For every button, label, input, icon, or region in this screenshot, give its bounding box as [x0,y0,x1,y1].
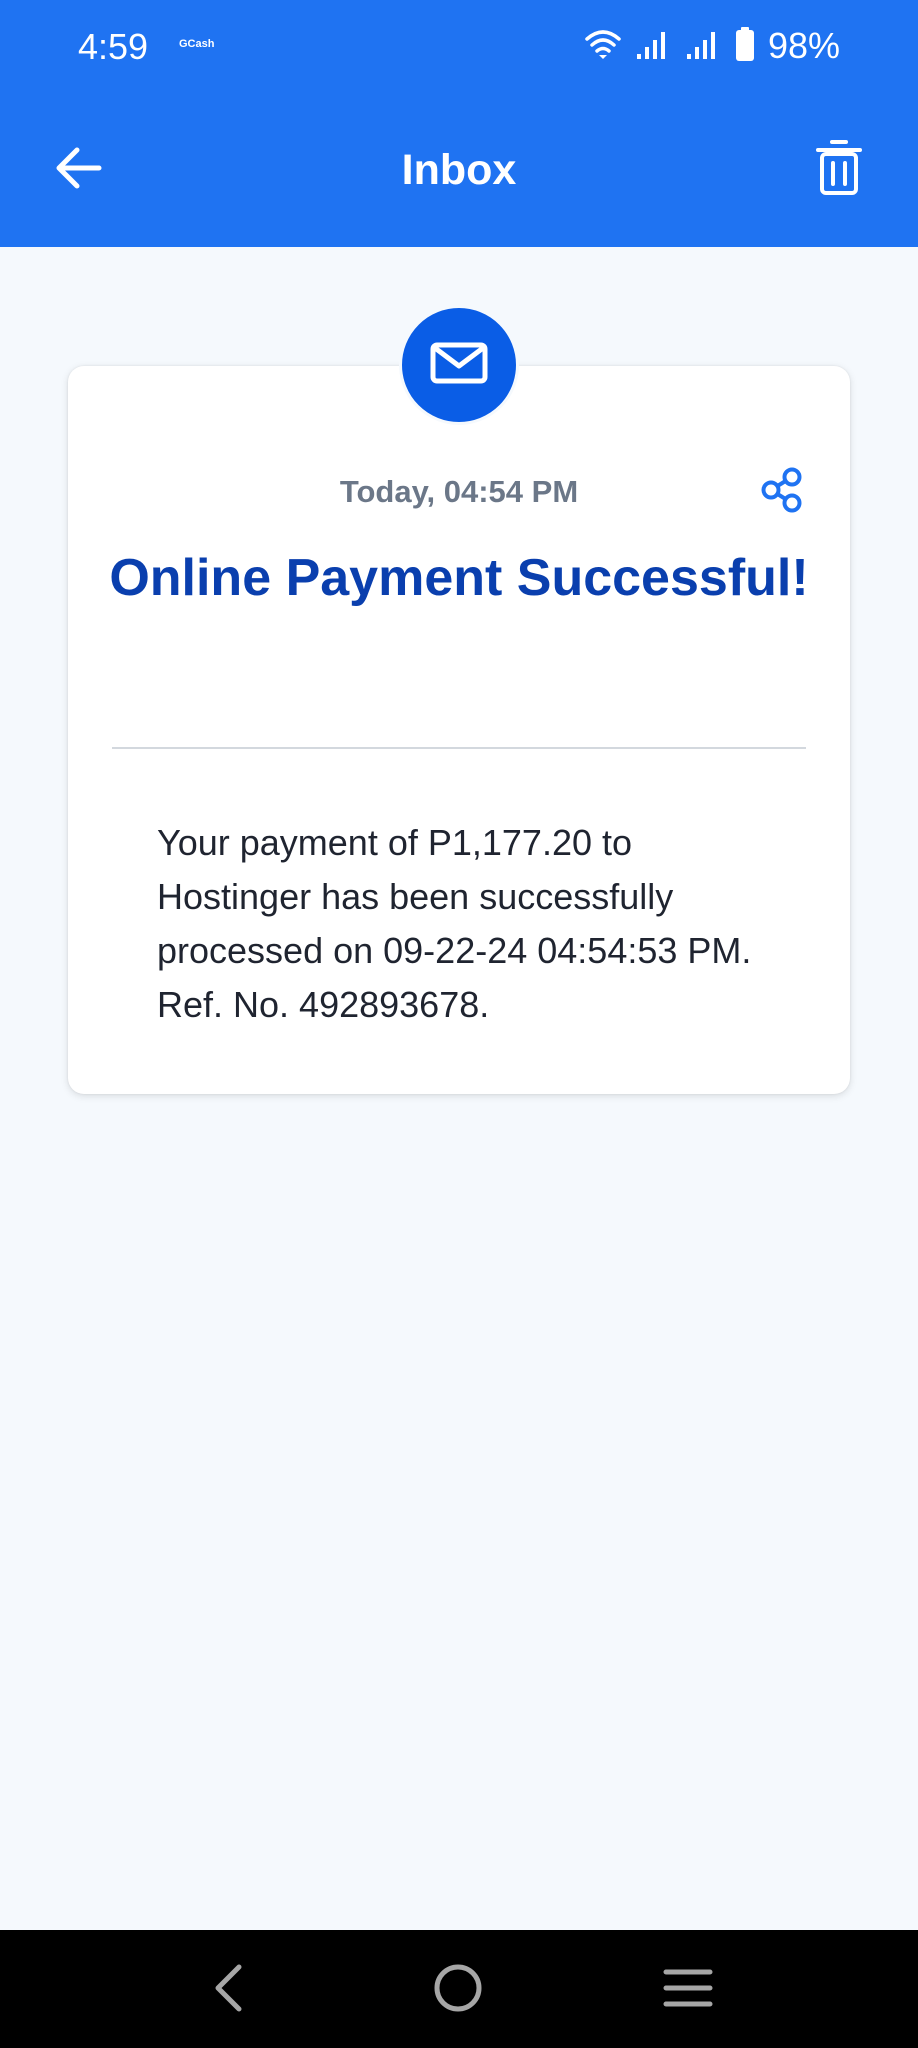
nav-back-button[interactable] [198,1960,258,2020]
share-button[interactable] [756,466,808,518]
page-title: Inbox [401,146,517,194]
nav-recents-icon [662,1966,714,2015]
share-icon [760,467,804,518]
status-app-label: GCash [179,38,215,50]
nav-home-button[interactable] [428,1960,488,2020]
message-badge [399,305,519,425]
header: 4:59 GCash 98% Inbox [0,0,918,247]
trash-icon [816,138,862,201]
delete-button[interactable] [804,134,874,204]
app-bar: Inbox [0,110,918,230]
status-icons: 98% [584,24,840,68]
system-nav-bar [0,1930,918,2048]
message-title: Online Payment Successful! [109,549,809,607]
message-date: Today, 04:54 PM [339,474,579,509]
battery-percentage: 98% [767,25,840,66]
signal-icon [636,28,672,65]
message-card: Today, 04:54 PM Online Payment Successfu… [68,366,850,1094]
nav-back-icon [211,1963,245,2018]
status-time: 4:59 [78,26,149,67]
nav-recents-button[interactable] [658,1960,718,2020]
wifi-icon [584,28,622,65]
battery-icon [735,26,754,66]
divider [112,747,806,749]
nav-home-icon [432,1962,484,2019]
signal-icon [686,28,722,65]
message-body: Your payment of P1,177.20 to Hostinger h… [157,822,752,1025]
status-bar: 4:59 GCash 98% [0,0,918,92]
mail-icon [430,342,488,389]
